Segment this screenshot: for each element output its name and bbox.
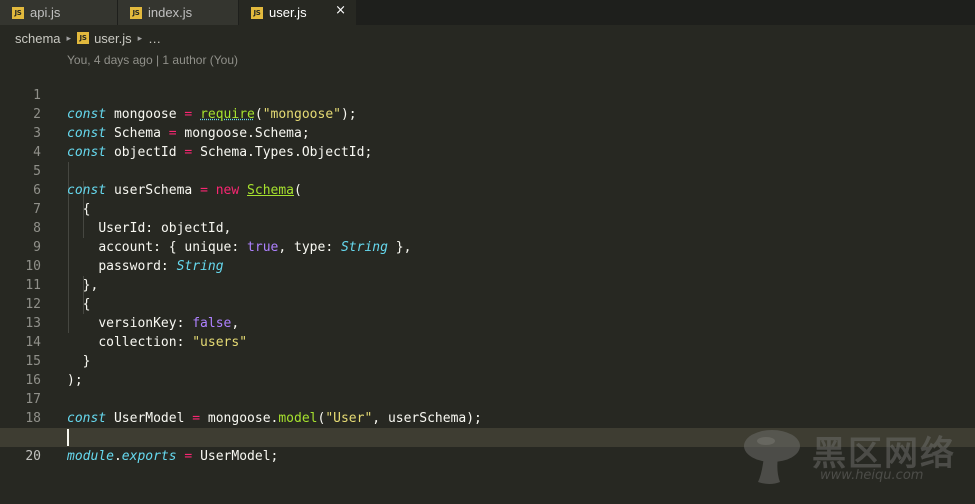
tab-index-js[interactable]: JS index.js bbox=[118, 0, 239, 25]
expression: UserModel; bbox=[200, 449, 279, 464]
tab-label: user.js bbox=[269, 5, 307, 20]
operator: = bbox=[184, 449, 193, 464]
watermark: 黑区网络 www.heiqu.com bbox=[740, 426, 970, 488]
code-editor[interactable]: 1 const mongoose = require("mongoose"); … bbox=[0, 67, 975, 464]
breadcrumb-folder[interactable]: schema bbox=[15, 31, 61, 46]
js-file-icon: JS bbox=[130, 6, 142, 19]
code-line: 16 bbox=[0, 352, 975, 388]
code-line: 5 const userSchema = new Schema( bbox=[0, 143, 975, 198]
line-number[interactable]: 20 bbox=[0, 447, 41, 466]
js-file-icon: JS bbox=[251, 6, 263, 19]
breadcrumb-more[interactable]: … bbox=[148, 31, 161, 46]
chevron-right-icon: ▸ bbox=[66, 32, 72, 43]
breadcrumb-file[interactable]: JS user.js bbox=[77, 31, 132, 46]
chevron-right-icon: ▸ bbox=[137, 32, 143, 43]
code-line: 6 { bbox=[0, 162, 975, 217]
code-line: 2 const Schema = mongoose.Schema; bbox=[0, 86, 975, 141]
js-file-icon: JS bbox=[12, 6, 24, 19]
tab-api-js[interactable]: JS api.js bbox=[0, 0, 118, 25]
module-object: module bbox=[67, 449, 114, 464]
code-line: 12 versionKey: false, bbox=[0, 276, 975, 331]
breadcrumb-file-label: user.js bbox=[94, 30, 132, 46]
code-line: 13 collection: "users" bbox=[0, 295, 975, 350]
code-line: 17 const UserModel = mongoose.model("Use… bbox=[0, 371, 975, 426]
code-line: 11 { bbox=[0, 257, 975, 312]
code-line: 4 bbox=[0, 124, 975, 160]
exports-property: exports bbox=[121, 449, 177, 464]
close-icon[interactable]: × bbox=[335, 3, 346, 18]
code-line: 9 password: String bbox=[0, 219, 975, 274]
code-line: 10 }, bbox=[0, 238, 975, 293]
tab-bar: JS api.js JS index.js JS user.js × bbox=[0, 0, 975, 25]
tab-user-js[interactable]: JS user.js × bbox=[239, 0, 357, 25]
watermark-url: www.heiqu.com bbox=[820, 468, 924, 483]
tab-label: api.js bbox=[30, 5, 61, 20]
tab-label: index.js bbox=[148, 5, 193, 20]
mushroom-logo-icon bbox=[744, 430, 800, 484]
breadcrumb: schema ▸ JS user.js ▸ … bbox=[0, 25, 975, 51]
code-line: 18 bbox=[0, 390, 975, 426]
text-cursor bbox=[67, 429, 69, 446]
code-line: 1 const mongoose = require("mongoose"); bbox=[0, 67, 975, 122]
code-line: 15 ); bbox=[0, 333, 975, 388]
code-line: 8 account: { unique: true, type: String … bbox=[0, 200, 975, 255]
js-file-icon: JS bbox=[77, 32, 90, 44]
punctuation: . bbox=[113, 449, 122, 464]
code-line: 14 } bbox=[0, 314, 975, 369]
code-line: 3 const objectId = Schema.Types.ObjectId… bbox=[0, 105, 975, 160]
code-line: 7 UserId: objectId, bbox=[0, 181, 975, 236]
